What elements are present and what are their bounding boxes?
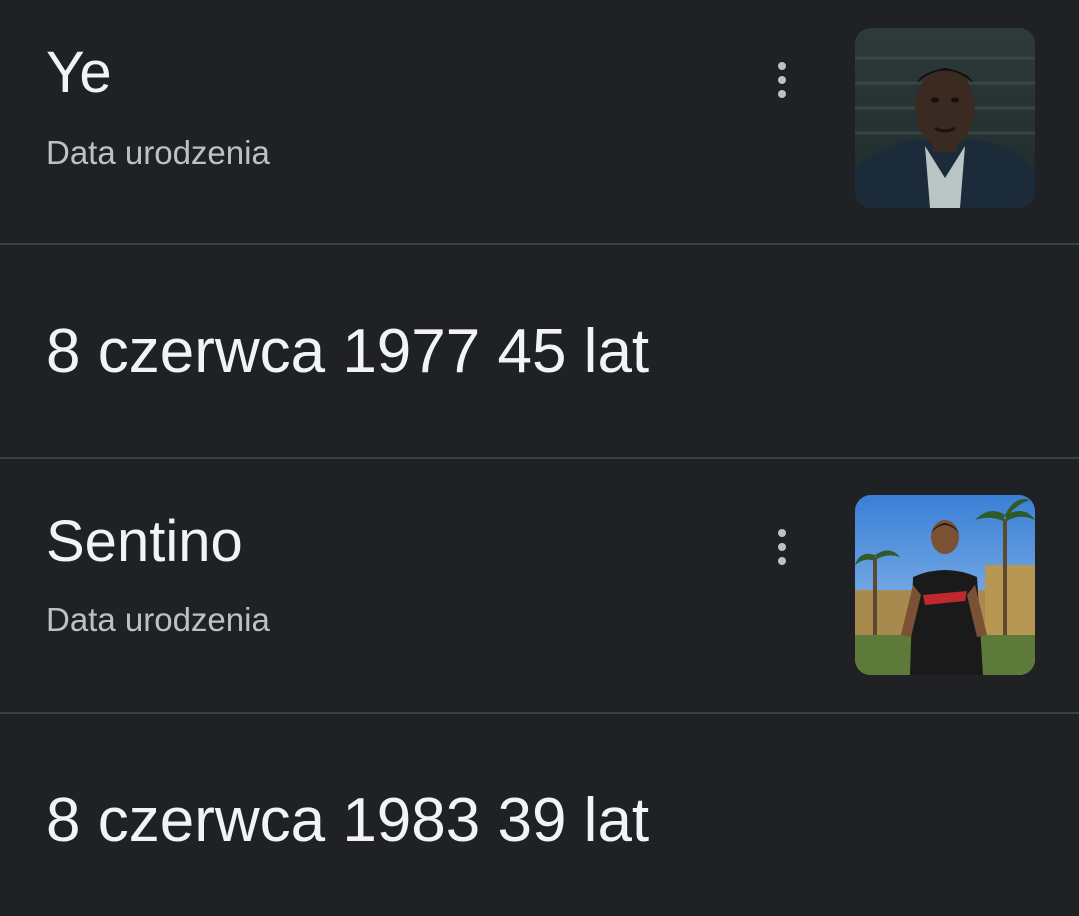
person-portrait-icon bbox=[855, 28, 1035, 208]
more-vert-icon bbox=[778, 529, 786, 537]
more-options-button[interactable] bbox=[762, 50, 802, 110]
entity-attribute-label: Data urodzenia bbox=[46, 601, 270, 638]
entity-name[interactable]: Ye bbox=[46, 44, 112, 102]
entity-name[interactable]: Sentino bbox=[46, 513, 243, 571]
birth-date-row-sentino: 8 czerwca 1983 39 lat bbox=[0, 714, 1079, 916]
birth-date: 8 czerwca 1983 bbox=[46, 786, 481, 855]
birth-date-value: 8 czerwca 1977 45 lat bbox=[46, 321, 649, 383]
entity-thumbnail[interactable] bbox=[855, 495, 1035, 675]
more-vert-icon bbox=[778, 62, 786, 70]
more-options-button[interactable] bbox=[762, 517, 802, 577]
age: 45 lat bbox=[497, 317, 650, 386]
entity-thumbnail[interactable] bbox=[855, 28, 1035, 208]
entity-attribute-label: Data urodzenia bbox=[46, 134, 270, 171]
birth-date-value: 8 czerwca 1983 39 lat bbox=[46, 790, 649, 852]
age: 39 lat bbox=[497, 786, 650, 855]
entity-header-ye[interactable]: Ye Data urodzenia bbox=[0, 0, 1079, 243]
knowledge-panel: Ye Data urodzenia 8 czerwca 1977 45 lat … bbox=[0, 0, 1079, 916]
person-outdoor-photo-icon bbox=[855, 495, 1035, 675]
birth-date-row-ye: 8 czerwca 1977 45 lat bbox=[0, 245, 1079, 457]
entity-header-sentino[interactable]: Sentino Data urodzenia bbox=[0, 459, 1079, 712]
birth-date: 8 czerwca 1977 bbox=[46, 317, 481, 386]
